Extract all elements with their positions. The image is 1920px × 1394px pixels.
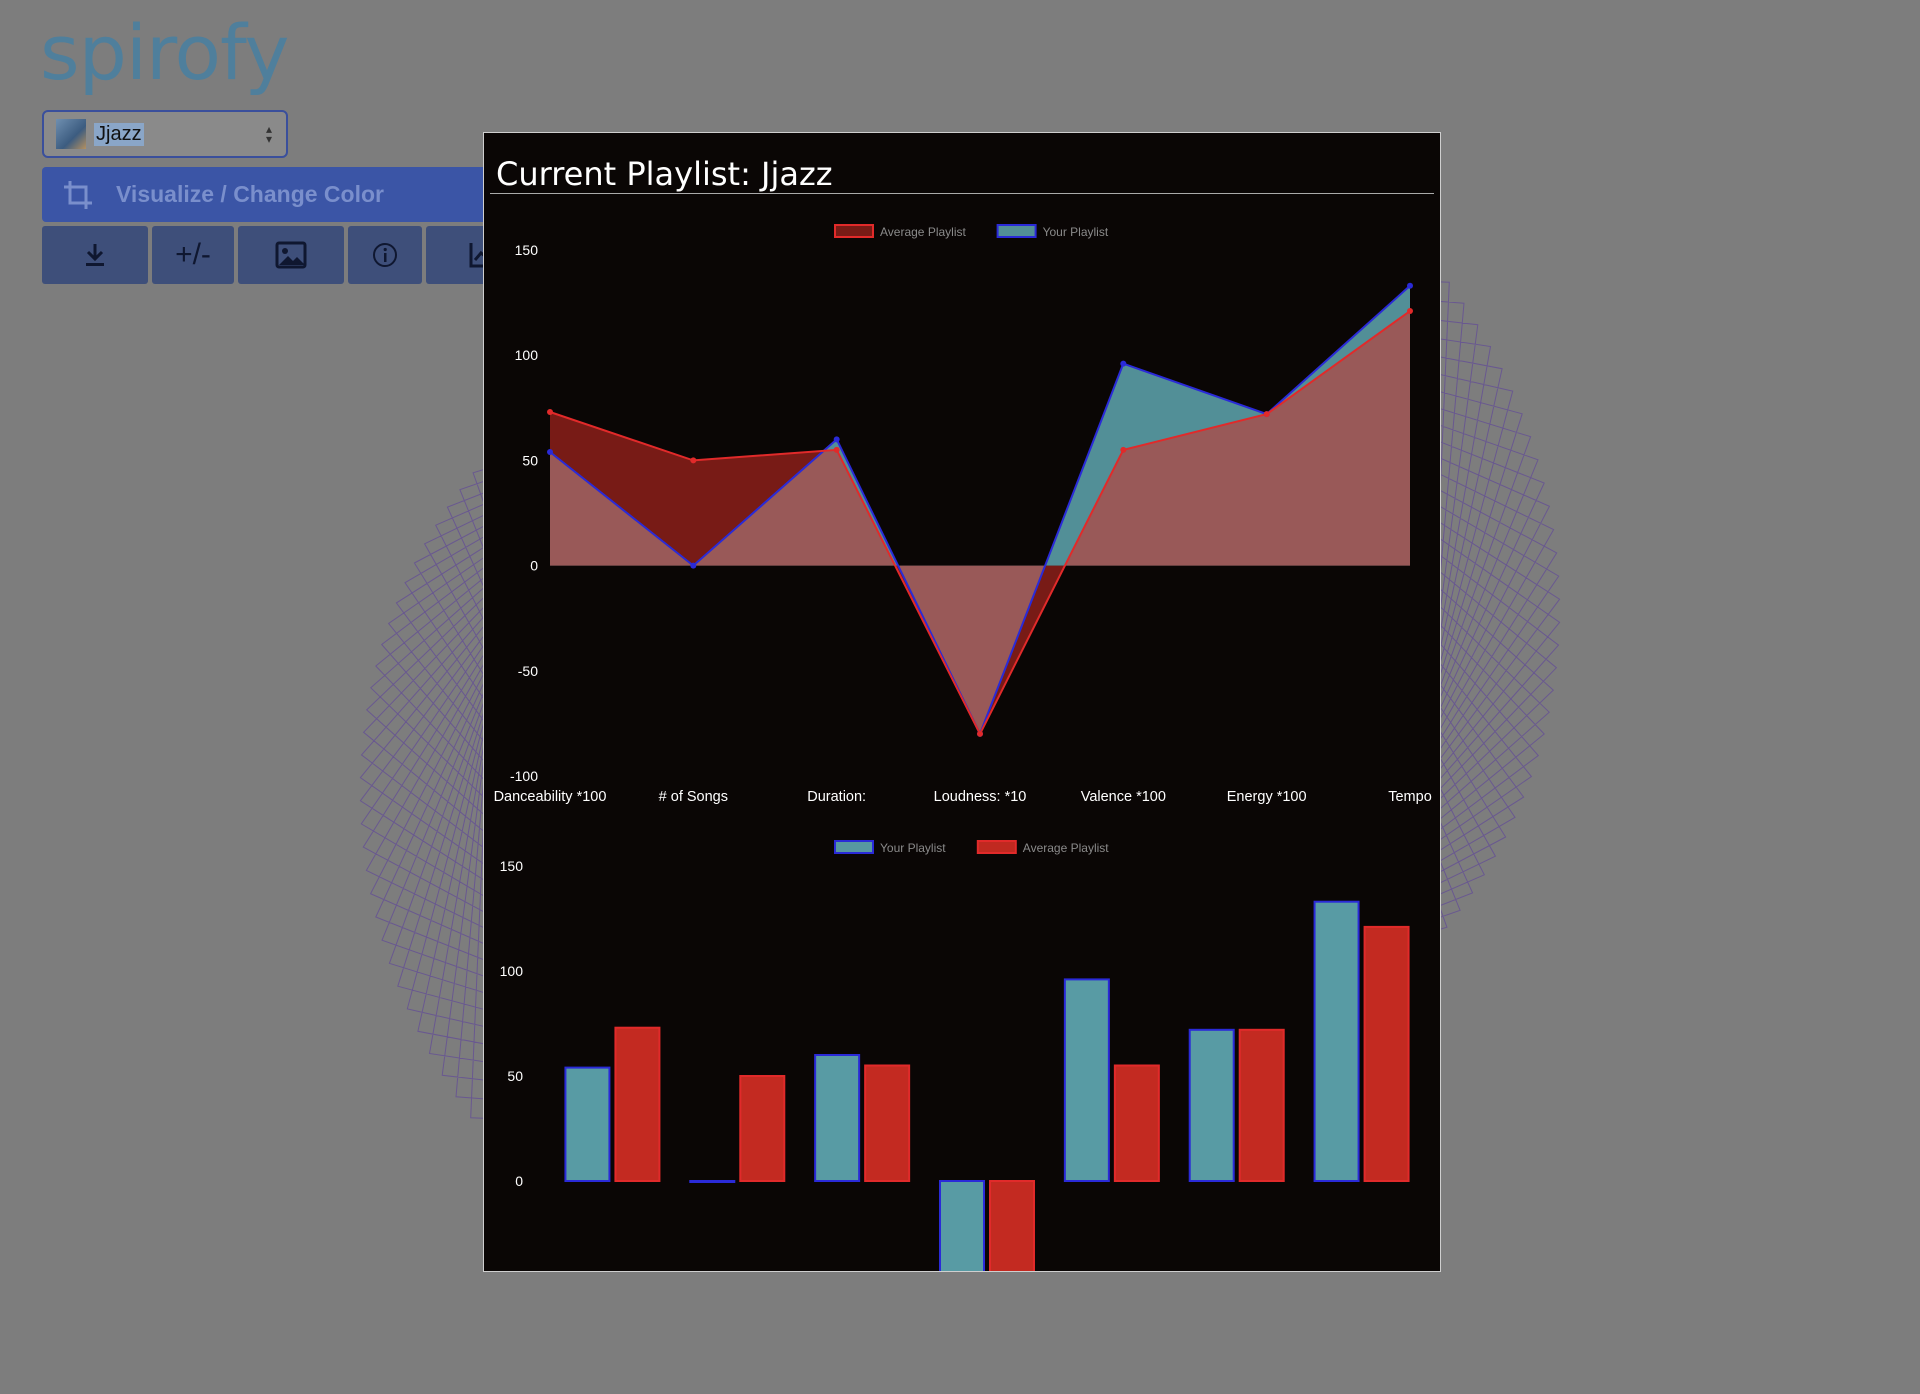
- playlist-thumbnail: [56, 119, 86, 149]
- visualize-button-label: Visualize / Change Color: [116, 181, 384, 207]
- download-icon: [86, 244, 104, 266]
- average-playlist-point: [1407, 308, 1413, 315]
- bar-legend-label: Your Playlist: [880, 841, 946, 855]
- x-tick-label: Valence *100: [1081, 789, 1166, 805]
- download-button[interactable]: [42, 226, 148, 284]
- average-playlist-bar: [864, 1064, 911, 1182]
- legend-swatch: [996, 224, 1037, 238]
- average-playlist-bar: [1238, 1028, 1285, 1182]
- info-button[interactable]: [348, 226, 422, 284]
- legend-label: Average Playlist: [880, 225, 966, 239]
- y-tick-label: 0: [530, 558, 538, 574]
- your-playlist-point: [1120, 360, 1127, 367]
- y-tick-label: 50: [522, 452, 538, 468]
- plus-minus-label: +/-: [175, 238, 211, 271]
- your-playlist-bar: [814, 1054, 861, 1182]
- bar-legend-label: Average Playlist: [1023, 841, 1109, 855]
- average-playlist-point: [547, 409, 553, 416]
- your-playlist-bar: [564, 1066, 611, 1182]
- bar-y-tick-label: 150: [500, 858, 524, 874]
- x-tick-label: Loudness: *10: [934, 789, 1027, 805]
- image-button[interactable]: [238, 226, 344, 284]
- app-logo: spirofy: [40, 8, 289, 97]
- playlist-select-value: Jjazz: [94, 122, 144, 146]
- x-tick-label: Duration:: [807, 789, 866, 805]
- average-playlist-bar: [614, 1026, 661, 1183]
- y-tick-label: -50: [518, 663, 538, 679]
- average-playlist-bar: [1113, 1064, 1160, 1182]
- your-playlist-bar: [1313, 900, 1360, 1182]
- charts-canvas: Average Playlist Your Playlist 150 100 50 0 -5…: [494, 224, 1432, 1271]
- x-tick-label: Energy *100: [1227, 789, 1307, 805]
- average-playlist-point: [833, 446, 840, 453]
- legend-label: Your Playlist: [1043, 225, 1109, 239]
- x-tick-label: Danceability *100: [494, 789, 607, 805]
- legend-swatch: [834, 224, 874, 238]
- your-playlist-bar: [939, 1180, 985, 1271]
- your-playlist-point: [690, 562, 697, 569]
- y-tick-label: 100: [515, 347, 539, 363]
- playlist-select[interactable]: Jjazz ▴ ▾: [42, 110, 288, 158]
- your-playlist-bar: [689, 1180, 736, 1183]
- your-playlist-bar: [1063, 978, 1110, 1183]
- your-playlist-point: [1407, 282, 1413, 289]
- image-icon: [275, 241, 307, 269]
- average-playlist-bar: [739, 1075, 786, 1182]
- average-playlist-bar: [1363, 925, 1410, 1183]
- your-playlist-bar: [1188, 1028, 1235, 1182]
- select-caret-icon: ▴ ▾: [265, 122, 272, 146]
- average-playlist-area: [550, 311, 1410, 734]
- info-icon: [373, 243, 397, 267]
- y-tick-label: -100: [510, 768, 538, 784]
- average-playlist-point: [1120, 446, 1127, 453]
- bar-y-tick-label: 0: [515, 1173, 523, 1189]
- bar-legend-swatch: [976, 840, 1017, 854]
- x-tick-label: Tempo: [1388, 789, 1432, 805]
- crop-icon: [64, 180, 92, 209]
- playlist-stats-modal: Current Playlist: Jjazz Average Playlist…: [483, 132, 1441, 1272]
- average-playlist-point: [977, 730, 983, 737]
- average-playlist-point: [1263, 411, 1270, 418]
- average-playlist-point: [690, 457, 697, 464]
- average-playlist-bar: [989, 1180, 1035, 1271]
- bar-legend-swatch: [834, 840, 874, 854]
- bar-y-tick-label: 50: [507, 1068, 523, 1084]
- y-tick-label: 150: [515, 242, 539, 258]
- x-tick-label: # of Songs: [659, 789, 728, 805]
- plus-minus-button[interactable]: +/-: [152, 226, 234, 284]
- your-playlist-point: [833, 436, 840, 443]
- bar-y-tick-label: 100: [500, 963, 524, 979]
- your-playlist-point: [547, 448, 553, 455]
